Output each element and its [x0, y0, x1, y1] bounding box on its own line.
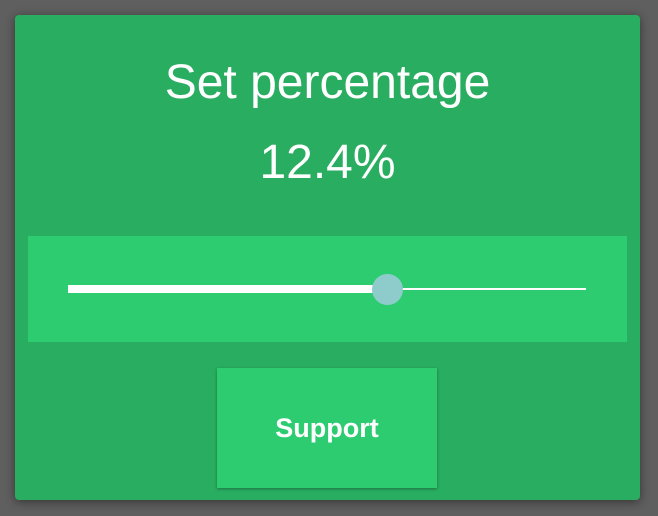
percentage-value: 12.4% — [259, 136, 396, 189]
slider-thumb[interactable] — [372, 274, 403, 305]
percentage-dialog: Set percentage 12.4% Support — [15, 15, 640, 500]
slider-track-empty[interactable] — [402, 288, 586, 290]
dialog-title: Set percentage — [164, 56, 491, 109]
slider-panel — [28, 236, 627, 342]
slider-track-filled[interactable] — [68, 285, 387, 293]
support-button[interactable]: Support — [217, 368, 437, 488]
